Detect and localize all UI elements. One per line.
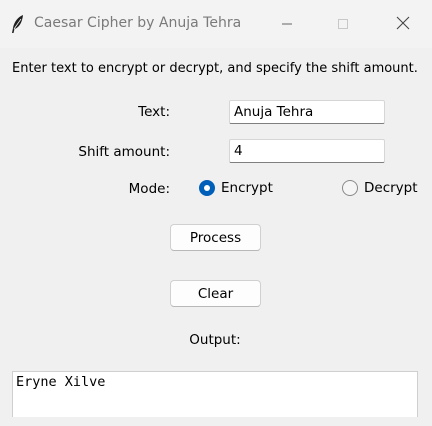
decrypt-radio-label: Decrypt: [364, 180, 418, 196]
text-label: Text:: [138, 104, 170, 120]
clear-button[interactable]: Clear: [170, 280, 261, 307]
shift-amount-input[interactable]: [229, 139, 385, 163]
close-icon: [396, 15, 410, 34]
text-input[interactable]: [229, 100, 385, 124]
feather-icon: [10, 14, 26, 34]
encrypt-radio[interactable]: Encrypt: [199, 180, 273, 196]
shift-amount-label: Shift amount:: [78, 144, 170, 160]
close-button[interactable]: [380, 0, 426, 48]
mode-label: Mode:: [128, 181, 170, 197]
maximize-icon: [337, 15, 349, 34]
instructions-text: Enter text to encrypt or decrypt, and sp…: [12, 61, 418, 76]
process-button[interactable]: Process: [170, 224, 261, 251]
decrypt-radio[interactable]: Decrypt: [342, 180, 418, 196]
output-label: Output:: [189, 332, 241, 348]
encrypt-radio-label: Encrypt: [221, 180, 273, 196]
window-title: Caesar Cipher by Anuja Tehra: [34, 15, 242, 31]
maximize-button[interactable]: [320, 0, 366, 48]
app-window: Caesar Cipher by Anuja Tehra Enter text …: [0, 0, 432, 426]
title-bar[interactable]: Caesar Cipher by Anuja Tehra: [0, 0, 432, 48]
radio-unselected-icon: [342, 180, 358, 196]
radio-selected-icon: [199, 180, 215, 196]
minimize-icon: [281, 15, 293, 34]
minimize-button[interactable]: [264, 0, 310, 48]
output-textbox[interactable]: Eryne Xilve: [12, 371, 418, 417]
